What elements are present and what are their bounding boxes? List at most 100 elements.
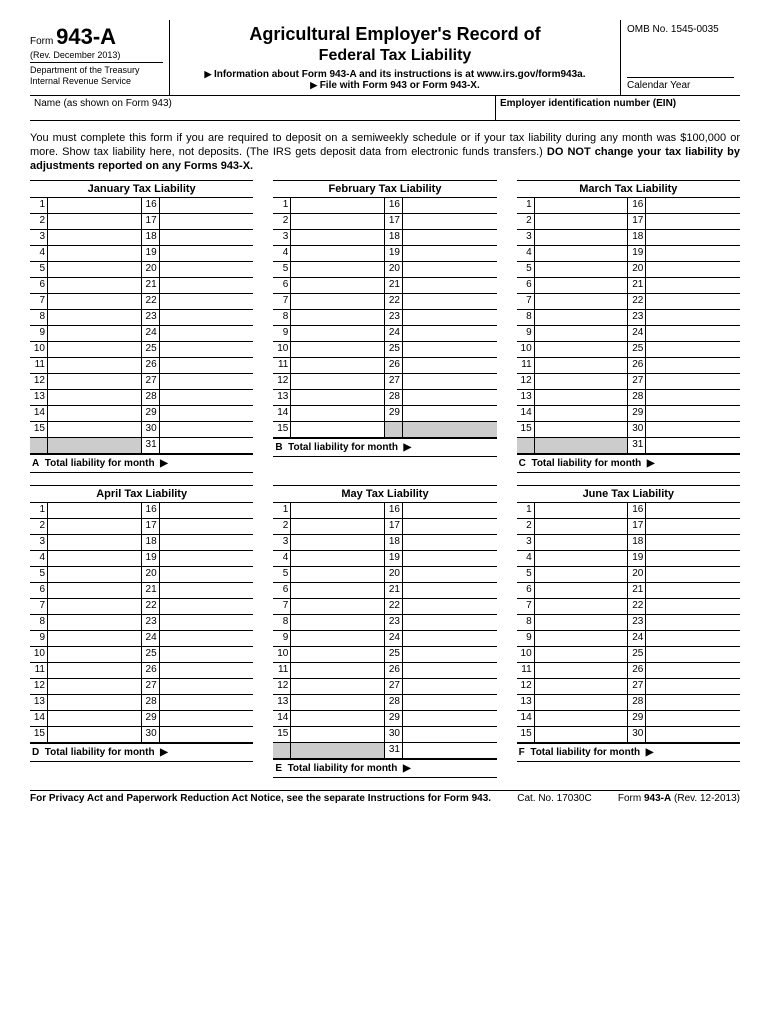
- day-input[interactable]: [48, 551, 142, 567]
- day-input[interactable]: [646, 326, 740, 342]
- day-input[interactable]: [291, 727, 385, 743]
- day-input[interactable]: [646, 230, 740, 246]
- day-input[interactable]: [535, 615, 629, 631]
- day-input[interactable]: [48, 631, 142, 647]
- day-input[interactable]: [403, 214, 497, 230]
- day-input[interactable]: [646, 567, 740, 583]
- day-input[interactable]: [48, 310, 142, 326]
- ein-field[interactable]: Employer identification number (EIN): [495, 96, 740, 120]
- day-input[interactable]: [160, 246, 254, 262]
- day-input[interactable]: [291, 342, 385, 358]
- day-input[interactable]: [403, 519, 497, 535]
- day-input[interactable]: [535, 374, 629, 390]
- day-input[interactable]: [535, 583, 629, 599]
- day-input[interactable]: [535, 647, 629, 663]
- day-input[interactable]: [48, 342, 142, 358]
- day-input[interactable]: [291, 390, 385, 406]
- day-input[interactable]: [535, 230, 629, 246]
- day-input[interactable]: [403, 198, 497, 214]
- day-input[interactable]: [646, 615, 740, 631]
- day-input[interactable]: [291, 631, 385, 647]
- day-input[interactable]: [646, 406, 740, 422]
- day-input[interactable]: [535, 567, 629, 583]
- day-input[interactable]: [646, 390, 740, 406]
- day-input[interactable]: [646, 422, 740, 438]
- day-input[interactable]: [48, 711, 142, 727]
- day-input[interactable]: [160, 647, 254, 663]
- day-input[interactable]: [535, 294, 629, 310]
- day-input[interactable]: [160, 631, 254, 647]
- day-input[interactable]: [160, 358, 254, 374]
- name-field[interactable]: Name (as shown on Form 943): [30, 96, 495, 120]
- day-input[interactable]: [403, 567, 497, 583]
- day-input[interactable]: [291, 599, 385, 615]
- day-input[interactable]: [48, 390, 142, 406]
- day-input[interactable]: [160, 599, 254, 615]
- day-input[interactable]: [403, 246, 497, 262]
- day-input[interactable]: [535, 711, 629, 727]
- day-input[interactable]: [160, 438, 254, 454]
- day-input[interactable]: [291, 711, 385, 727]
- day-input[interactable]: [291, 503, 385, 519]
- day-input[interactable]: [403, 358, 497, 374]
- day-input[interactable]: [48, 503, 142, 519]
- day-input[interactable]: [535, 278, 629, 294]
- day-input[interactable]: [535, 246, 629, 262]
- day-input[interactable]: [291, 230, 385, 246]
- day-input[interactable]: [291, 246, 385, 262]
- day-input[interactable]: [403, 695, 497, 711]
- day-input[interactable]: [291, 567, 385, 583]
- day-input[interactable]: [291, 535, 385, 551]
- day-input[interactable]: [48, 727, 142, 743]
- day-input[interactable]: [48, 663, 142, 679]
- day-input[interactable]: [535, 679, 629, 695]
- day-input[interactable]: [160, 663, 254, 679]
- day-input[interactable]: [646, 679, 740, 695]
- day-input[interactable]: [646, 695, 740, 711]
- day-input[interactable]: [160, 230, 254, 246]
- day-input[interactable]: [646, 246, 740, 262]
- day-input[interactable]: [646, 358, 740, 374]
- day-input[interactable]: [535, 358, 629, 374]
- year-input-line[interactable]: [627, 68, 734, 78]
- day-input[interactable]: [160, 535, 254, 551]
- day-input[interactable]: [160, 262, 254, 278]
- day-input[interactable]: [535, 535, 629, 551]
- day-input[interactable]: [646, 551, 740, 567]
- day-input[interactable]: [646, 198, 740, 214]
- day-input[interactable]: [48, 647, 142, 663]
- day-input[interactable]: [646, 711, 740, 727]
- day-input[interactable]: [48, 374, 142, 390]
- day-input[interactable]: [535, 262, 629, 278]
- day-input[interactable]: [403, 310, 497, 326]
- day-input[interactable]: [646, 535, 740, 551]
- day-input[interactable]: [160, 422, 254, 438]
- day-input[interactable]: [403, 390, 497, 406]
- day-input[interactable]: [291, 406, 385, 422]
- day-input[interactable]: [403, 278, 497, 294]
- day-input[interactable]: [160, 567, 254, 583]
- day-input[interactable]: [403, 631, 497, 647]
- day-input[interactable]: [403, 727, 497, 743]
- day-input[interactable]: [160, 390, 254, 406]
- day-input[interactable]: [291, 374, 385, 390]
- day-input[interactable]: [48, 214, 142, 230]
- day-input[interactable]: [646, 583, 740, 599]
- day-input[interactable]: [291, 214, 385, 230]
- day-input[interactable]: [646, 519, 740, 535]
- day-input[interactable]: [291, 278, 385, 294]
- day-input[interactable]: [160, 374, 254, 390]
- day-input[interactable]: [160, 214, 254, 230]
- day-input[interactable]: [535, 519, 629, 535]
- day-input[interactable]: [48, 230, 142, 246]
- day-input[interactable]: [535, 599, 629, 615]
- day-input[interactable]: [48, 583, 142, 599]
- day-input[interactable]: [291, 310, 385, 326]
- day-input[interactable]: [291, 294, 385, 310]
- day-input[interactable]: [535, 326, 629, 342]
- day-input[interactable]: [291, 422, 385, 438]
- day-input[interactable]: [403, 326, 497, 342]
- day-input[interactable]: [160, 326, 254, 342]
- day-input[interactable]: [403, 583, 497, 599]
- day-input[interactable]: [535, 406, 629, 422]
